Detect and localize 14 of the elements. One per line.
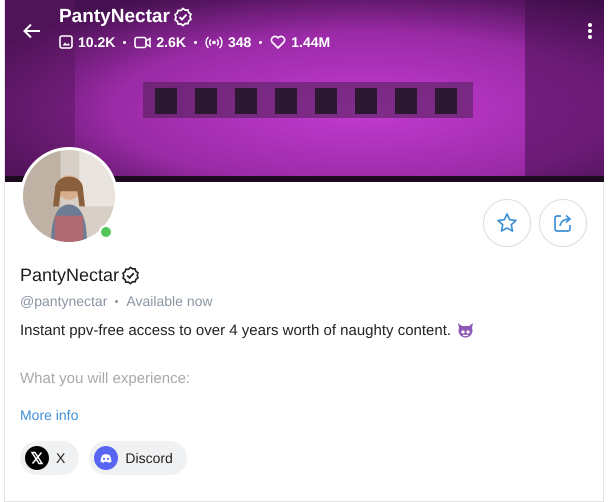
- profile-bio-continued: What you will experience:: [20, 370, 192, 387]
- social-link[interactable]: Discord: [89, 441, 187, 475]
- profile-handle: @pantynectar: [20, 293, 108, 309]
- devil-face-icon: [457, 322, 474, 339]
- share-icon: [552, 212, 574, 234]
- discord-logo-icon: [94, 446, 118, 470]
- social-link[interactable]: X: [20, 441, 80, 475]
- share-button[interactable]: [539, 199, 587, 247]
- star-icon: [496, 212, 518, 234]
- x-logo-icon: [25, 446, 49, 470]
- profile-name: PantyNectar: [20, 265, 120, 286]
- availability-status: Available now: [126, 293, 213, 309]
- profile-bio: Instant ppv-free access to over 4 years worth of naughty content.: [20, 322, 452, 339]
- favorite-button[interactable]: [483, 199, 531, 247]
